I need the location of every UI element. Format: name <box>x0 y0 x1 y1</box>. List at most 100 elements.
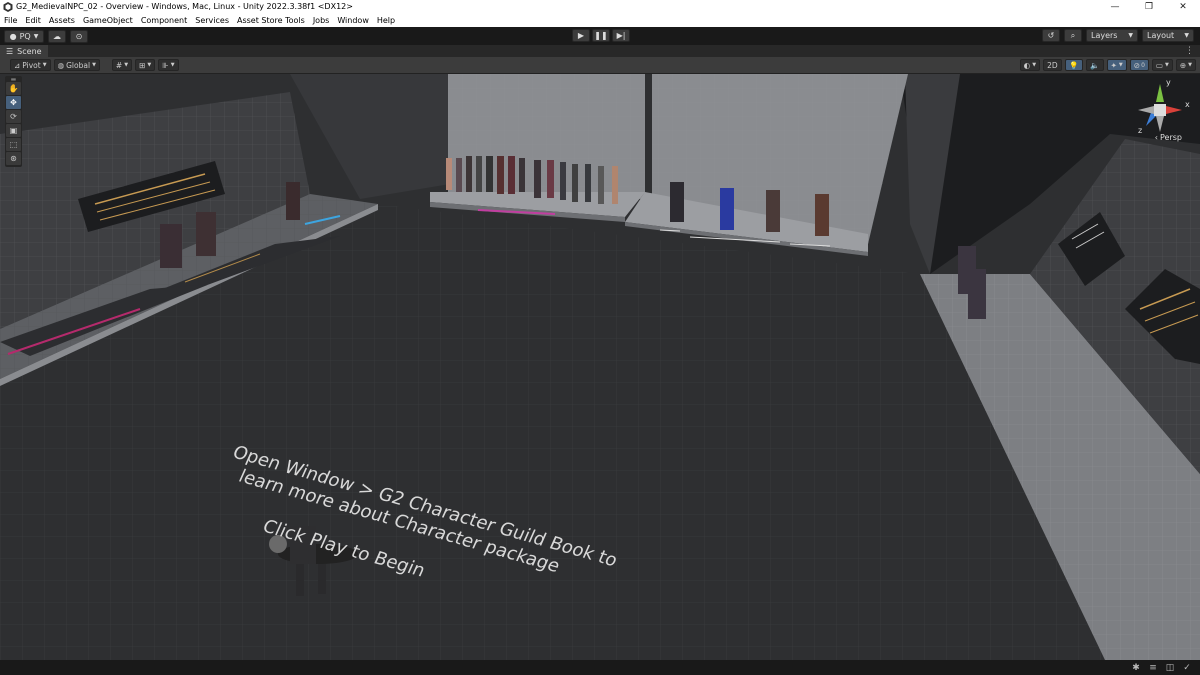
menu-assets[interactable]: Assets <box>49 16 75 25</box>
pivot-icon: ⊿ <box>14 60 21 70</box>
menu-edit[interactable]: Edit <box>25 16 41 25</box>
chevron-down-icon: ▼ <box>92 62 96 68</box>
maximize-button[interactable]: ❐ <box>1132 0 1166 13</box>
menu-gameobject[interactable]: GameObject <box>83 16 133 25</box>
menu-help[interactable]: Help <box>377 16 395 25</box>
main-toolbar: ● PQ ▼ ☁ ⊙ ▶ ❚❚ ▶| ↺ ⌕ Layers ▼ Layout ▼ <box>0 27 1200 45</box>
scene-render <box>0 74 1200 660</box>
check-circle-icon[interactable]: ✓ <box>1180 662 1194 673</box>
draw-mode-dropdown[interactable]: ◐ ▼ <box>1019 59 1041 71</box>
chevron-down-icon: ▼ <box>33 32 39 40</box>
chevron-down-icon: ▼ <box>1184 32 1189 39</box>
menu-window[interactable]: Window <box>337 16 369 25</box>
effects-dropdown[interactable]: ✦ ▼ <box>1106 59 1127 71</box>
globe-icon: ◍ <box>57 60 65 70</box>
transform-icon: ⊛ <box>10 154 17 163</box>
grid-snap-dropdown[interactable]: # ▼ <box>111 59 133 71</box>
menu-jobs[interactable]: Jobs <box>313 16 330 25</box>
step-button[interactable]: ▶| <box>612 29 630 42</box>
effects-icon: ✦ <box>1110 60 1117 70</box>
snap-increment-dropdown[interactable]: ⊞ ▼ <box>135 59 156 71</box>
menu-component[interactable]: Component <box>141 16 187 25</box>
menu-services[interactable]: Services <box>195 16 229 25</box>
rect-tool-button[interactable]: ⬚ <box>6 138 21 151</box>
play-button[interactable]: ▶ <box>572 29 590 42</box>
audio-toggle[interactable]: 🔈 <box>1085 59 1104 71</box>
more-options-icon[interactable]: ⋮ <box>1185 46 1194 56</box>
gizmo-x-label: x <box>1185 100 1190 109</box>
chevron-down-icon: ▼ <box>1128 32 1133 39</box>
move-icon: ✥ <box>10 98 17 107</box>
visibility-toggle[interactable]: ⊘ 0 <box>1129 59 1149 71</box>
rotate-tool-button[interactable]: ⟳ <box>6 110 21 123</box>
layout-dropdown[interactable]: Layout ▼ <box>1142 29 1194 42</box>
scene-toolbar: ⊿ Pivot ▼ ◍ Global ▼ # ▼ ⊞ ▼ ⊪ ▼ ◐ ▼ 2D 💡… <box>0 57 1200 74</box>
increment-snap-dropdown[interactable]: ⊪ ▼ <box>158 59 179 71</box>
minimize-button[interactable]: — <box>1098 0 1132 13</box>
camera-dropdown[interactable]: ▭ ▼ <box>1151 59 1173 71</box>
chevron-down-icon: ▼ <box>147 62 152 68</box>
hand-icon: ✋ <box>8 84 19 93</box>
lighting-toggle[interactable]: 💡 <box>1064 59 1083 71</box>
persp-icon: ‹ <box>1154 133 1158 142</box>
chevron-down-icon: ▼ <box>1188 62 1192 68</box>
pause-button[interactable]: ❚❚ <box>592 29 610 42</box>
cloud-icon: ☁ <box>53 31 61 41</box>
close-button[interactable]: ✕ <box>1166 0 1200 13</box>
hidden-eye-icon: ⊘ <box>1133 60 1141 70</box>
toggle-2d-button[interactable]: 2D <box>1043 59 1062 71</box>
gizmos-dropdown[interactable]: ⊕ ▼ <box>1175 59 1196 71</box>
rect-icon: ⬚ <box>9 140 18 149</box>
hand-tool-button[interactable]: ✋ <box>6 82 21 95</box>
menu-asset-store-tools[interactable]: Asset Store Tools <box>237 16 305 25</box>
menu-bar: File Edit Assets GameObject Component Se… <box>0 13 1200 27</box>
projection-text: Persp <box>1160 133 1182 142</box>
light-bulb-icon: 💡 <box>1068 60 1079 70</box>
play-icon: ▶ <box>577 31 585 40</box>
pivot-dropdown[interactable]: ⊿ Pivot ▼ <box>10 59 51 71</box>
history-icon: ↺ <box>1047 31 1055 40</box>
scene-tab-bar: ☰ Scene ⋮ <box>0 45 1200 57</box>
search-button[interactable]: ⌕ <box>1064 29 1082 42</box>
target-icon: ⊙ <box>75 31 83 41</box>
cloud-button[interactable]: ☁ <box>48 29 66 43</box>
step-icon: ▶| <box>616 31 626 40</box>
play-controls: ▶ ❚❚ ▶| <box>570 29 630 42</box>
history-button[interactable]: ↺ <box>1042 29 1060 42</box>
menu-file[interactable]: File <box>4 16 17 25</box>
transform-tool-button[interactable]: ⊛ <box>6 152 21 165</box>
bug-icon[interactable]: ✱ <box>1129 662 1143 673</box>
scene-toolbar-right: ◐ ▼ 2D 💡 🔈 ✦ ▼ ⊘ 0 ▭ ▼ ⊕ ▼ <box>1017 59 1196 71</box>
scene-icon: ☰ <box>6 46 14 56</box>
account-icon: ● <box>9 31 17 41</box>
global-label: Global <box>66 60 91 70</box>
pause-icon: ❚❚ <box>594 31 608 40</box>
tab-scene-label: Scene <box>17 46 42 56</box>
scene-viewport[interactable]: Open Window > G2 Character Guild Book to… <box>0 74 1200 660</box>
status-bar: ✱ ≡ ◫ ✓ <box>0 660 1200 675</box>
tool-palette: ▬ ✋ ✥ ⟳ ▣ ⬚ ⊛ <box>5 76 22 167</box>
ruler-icon: ⊪ <box>162 60 169 70</box>
stack-icon[interactable]: ≡ <box>1146 662 1160 673</box>
speaker-icon: 🔈 <box>1089 60 1100 70</box>
mode-2d-label: 2D <box>1047 60 1058 70</box>
scale-tool-button[interactable]: ▣ <box>6 124 21 137</box>
shading-sphere-icon: ◐ <box>1023 60 1031 70</box>
global-dropdown[interactable]: ◍ Global ▼ <box>53 59 100 71</box>
projection-label[interactable]: ‹ Persp <box>1155 133 1182 142</box>
account-dropdown[interactable]: ● PQ ▼ <box>4 29 44 43</box>
search-icon: ⌕ <box>1070 30 1076 40</box>
chevron-down-icon: ▼ <box>1164 62 1169 68</box>
collab-button[interactable]: ⊙ <box>70 29 88 43</box>
graph-icon[interactable]: ◫ <box>1163 662 1177 673</box>
move-tool-button[interactable]: ✥ <box>6 96 21 109</box>
chevron-down-icon: ▼ <box>1032 62 1037 68</box>
chevron-down-icon: ▼ <box>170 62 175 68</box>
account-label: PQ <box>19 31 31 41</box>
count-icon: 0 <box>1141 61 1145 69</box>
chevron-down-icon: ▼ <box>42 62 47 68</box>
tab-scene[interactable]: ☰ Scene <box>0 45 48 57</box>
window-title: G2_MedievalNPC_02 - Overview - Windows, … <box>16 2 353 11</box>
unity-logo-icon <box>3 1 13 12</box>
layers-dropdown[interactable]: Layers ▼ <box>1086 29 1138 42</box>
